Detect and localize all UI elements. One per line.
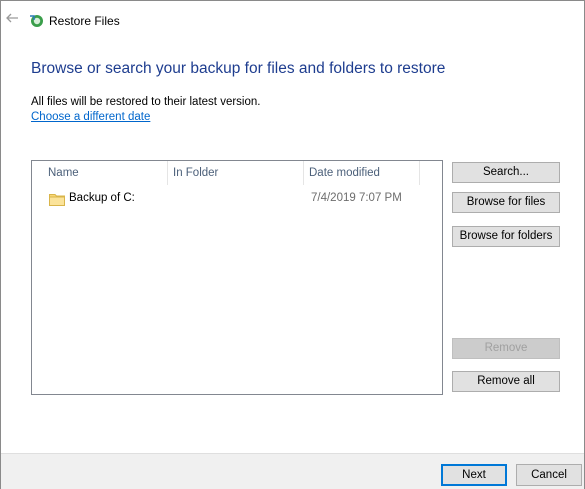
remove-button[interactable]: Remove <box>452 338 560 359</box>
item-date-modified: 7/4/2019 7:07 PM <box>311 192 402 204</box>
folder-icon <box>49 193 65 206</box>
next-button[interactable]: Next <box>441 464 507 486</box>
restore-files-window: Restore Files Browse or search your back… <box>0 0 585 489</box>
cancel-button[interactable]: Cancel <box>516 464 582 486</box>
page-heading: Browse or search your backup for files a… <box>31 60 446 77</box>
remove-all-button[interactable]: Remove all <box>452 371 560 392</box>
choose-date-link[interactable]: Choose a different date <box>31 111 150 123</box>
column-header-in-folder[interactable]: In Folder <box>167 161 303 185</box>
footer-bar: Next Cancel <box>1 453 584 489</box>
item-name: Backup of C: <box>69 192 135 204</box>
window-title: Restore Files <box>49 14 120 28</box>
column-header-date-modified[interactable]: Date modified <box>303 161 419 185</box>
restore-info-text: All files will be restored to their late… <box>31 96 261 108</box>
column-separator[interactable] <box>419 161 420 185</box>
backup-restore-icon <box>29 13 44 28</box>
column-header-name[interactable]: Name <box>42 161 168 185</box>
title-bar: Restore Files <box>1 1 584 37</box>
browse-folders-button[interactable]: Browse for folders <box>452 226 560 247</box>
back-arrow-icon[interactable] <box>5 11 19 25</box>
browse-files-button[interactable]: Browse for files <box>452 192 560 213</box>
files-listview[interactable]: Name In Folder Date modified Backup of C… <box>31 160 443 395</box>
search-button[interactable]: Search... <box>452 162 560 183</box>
back-arrow-svg <box>6 13 18 23</box>
list-item[interactable]: Backup of C: 7/4/2019 7:07 PM <box>33 189 439 209</box>
